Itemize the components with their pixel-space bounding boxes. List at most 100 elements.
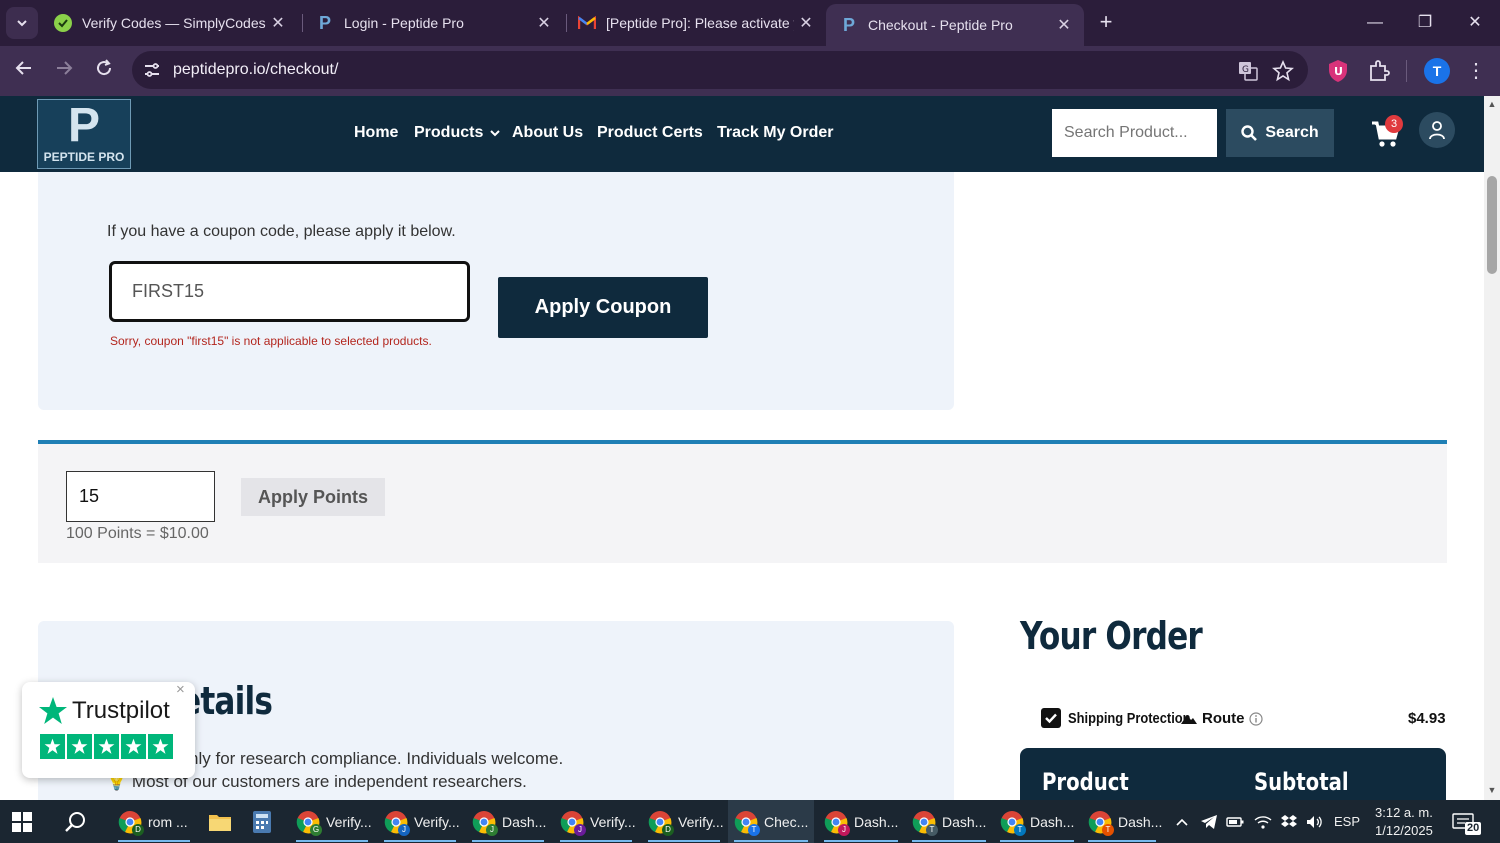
translate-icon[interactable]: G [1237,60,1259,82]
nav-about-us[interactable]: About Us [512,124,583,142]
apply-points-button[interactable]: Apply Points [241,478,385,516]
tab-simplycodes[interactable]: Verify Codes — SimplyCodes ✕ [40,0,298,46]
volume-icon[interactable] [1304,800,1326,843]
browser-toolbar: peptidepro.io/checkout/ G U T ⋮ [0,46,1500,96]
coupon-code-input[interactable] [109,261,470,322]
peptide-p-icon: P [318,12,331,33]
logo-letter: P [67,99,100,152]
chevron-down-icon [17,20,27,27]
simplycodes-icon [54,14,72,32]
taskbar-chrome-window[interactable]: D Verify... [642,800,726,843]
info-icon[interactable] [1248,711,1263,726]
taskbar-calculator[interactable] [252,800,280,843]
windows-taskbar: D rom ... G Verify... J Verify... J Dash… [0,800,1500,843]
nav-home[interactable]: Home [354,124,398,142]
taskbar-search-button[interactable] [64,800,96,843]
bookmark-star-icon[interactable] [1272,60,1294,82]
tab-checkout[interactable]: P Checkout - Peptide Pro ✕ [826,4,1084,46]
search-button[interactable]: Search [1226,109,1334,157]
close-icon[interactable]: ✕ [532,13,556,33]
taskbar-chrome-window[interactable]: D rom ... [112,800,196,843]
address-bar[interactable]: peptidepro.io/checkout/ G [132,51,1308,89]
tab-title: Verify Codes — SimplyCodes [82,15,266,31]
site-logo[interactable]: P PEPTIDE PRO [37,99,131,169]
nav-product-certs[interactable]: Product Certs [597,124,703,142]
scroll-up-icon[interactable]: ▲ [1487,99,1497,109]
taskbar-chrome-window[interactable]: J Verify... [378,800,462,843]
search-button-label: Search [1265,124,1319,141]
taskbar-chrome-window[interactable]: T Dash... [994,800,1080,843]
product-search-input[interactable] [1052,109,1217,157]
system-clock[interactable]: 3:12 a. m. 1/12/2025 [1375,804,1433,840]
battery-icon[interactable] [1224,800,1246,843]
dropbox-icon[interactable] [1278,800,1300,843]
tab-login[interactable]: P Login - Peptide Pro ✕ [302,0,564,46]
taskbar-chrome-window[interactable]: T Dash... [906,800,992,843]
calculator-icon [253,810,271,833]
shipping-protection-label: Shipping Protection [1068,710,1191,727]
taskbar-file-explorer[interactable] [204,800,236,843]
taskbar-item-label: Verify... [326,813,372,830]
svg-text:G: G [1242,65,1249,75]
route-label: Route [1202,710,1245,727]
page-scrollbar[interactable]: ▲ ▼ [1484,96,1500,800]
browser-tab-bar: Verify Codes — SimplyCodes ✕ P Login - P… [0,0,1500,46]
gmail-icon [578,14,596,32]
taskbar-item-label: Dash... [1030,813,1075,830]
taskbar-item-label: Dash... [942,813,987,830]
close-window-button[interactable]: ✕ [1460,8,1490,38]
taskbar-chrome-window-active[interactable]: T Chec... [728,800,814,843]
user-icon [1429,121,1445,140]
taskbar-chrome-window[interactable]: G Verify... [290,800,374,843]
taskbar-chrome-window[interactable]: J Dash... [466,800,550,843]
forward-button[interactable] [50,57,78,85]
scroll-down-icon[interactable]: ▼ [1487,785,1497,795]
taskbar-chrome-window[interactable]: T Dash... [1082,800,1162,843]
reload-button[interactable] [90,57,118,85]
taskbar-chrome-window[interactable]: J Verify... [554,800,638,843]
cart-count-badge: 3 [1385,115,1403,133]
profile-avatar[interactable]: T [1424,58,1450,84]
coupon-section: If you have a coupon code, please apply … [38,172,954,410]
minimize-button[interactable]: — [1360,8,1390,38]
shipping-protection-checkbox[interactable] [1041,708,1061,728]
start-button[interactable] [12,800,44,843]
new-tab-button[interactable]: + [1094,10,1118,34]
tab-title: [Peptide Pro]: Please activate yo [606,15,794,31]
chrome-icon: T [912,810,938,836]
tray-overflow-icon[interactable] [1172,800,1192,843]
close-icon[interactable]: ✕ [266,13,290,33]
points-input[interactable] [66,471,215,522]
tab-gmail[interactable]: [Peptide Pro]: Please activate yo ✕ [564,0,826,46]
trustpilot-brand: Trustpilot [38,696,170,726]
trustpilot-rating [40,734,173,759]
restore-button[interactable]: ❐ [1410,8,1440,38]
close-icon[interactable]: ✕ [794,13,818,33]
trustpilot-label: Trustpilot [72,697,170,724]
taskbar-item-label: Dash... [502,813,547,830]
scrollbar-thumb[interactable] [1487,176,1497,274]
apply-coupon-button[interactable]: Apply Coupon [498,277,708,338]
close-icon[interactable]: × [176,681,185,698]
reload-icon [97,59,112,76]
nav-products[interactable]: Products [414,124,501,142]
taskbar-item-label: Dash... [854,813,899,830]
account-button[interactable] [1419,112,1455,148]
more-menu-icon[interactable]: ⋮ [1466,58,1486,84]
language-indicator[interactable]: ESP [1334,800,1360,843]
coupon-error-message: Sorry, coupon "first15" is not applicabl… [110,334,432,348]
taskbar-item-label: rom ... [148,813,188,830]
toolbar-divider [1406,60,1407,82]
notification-center-button[interactable]: 20 [1452,800,1486,843]
tab-search-button[interactable] [6,7,38,39]
close-icon[interactable]: ✕ [1052,15,1076,35]
nav-track-my-order[interactable]: Track My Order [717,124,834,142]
taskbar-chrome-window[interactable]: J Dash... [818,800,904,843]
trustpilot-widget[interactable]: × Trustpilot [22,681,195,778]
back-button[interactable] [10,57,38,85]
wifi-icon[interactable] [1252,800,1274,843]
telegram-icon[interactable] [1198,800,1220,843]
extension-shield-icon[interactable]: U [1325,58,1351,84]
extensions-puzzle-icon[interactable] [1366,58,1392,84]
site-settings-icon[interactable] [142,60,162,80]
